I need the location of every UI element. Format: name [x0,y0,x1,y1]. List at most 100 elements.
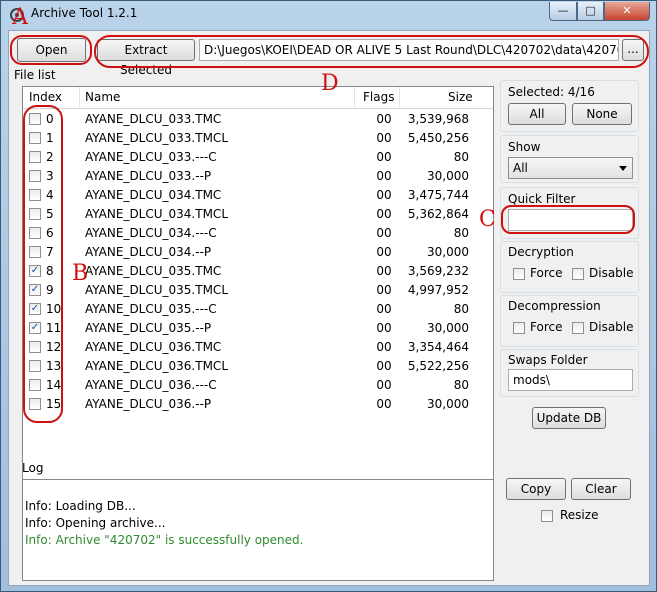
title-bar[interactable]: Archive Tool 1.2.1 — □ ✕ [1,1,656,27]
table-row[interactable]: 5 AYANE_DLCU_034.TMCL 00 5,362,864 [23,205,493,224]
table-row[interactable]: 0 AYANE_DLCU_033.TMC 00 3,539,968 [23,110,493,129]
header-size[interactable]: Size [448,90,473,104]
quick-filter-label: Quick Filter [508,192,576,206]
file-list-header: Index Name Flags Size [23,87,493,109]
table-row[interactable]: 4 AYANE_DLCU_034.TMC 00 3,475,744 [23,186,493,205]
copy-log-button[interactable]: Copy [506,478,566,500]
row-name: AYANE_DLCU_035.---C [85,302,217,316]
decryption-disable-checkbox[interactable] [572,268,584,280]
row-size: 80 [453,302,469,316]
row-size: 4,997,952 [407,283,469,297]
annotation-label-b: B [72,261,89,286]
row-flags: 00 [376,321,392,335]
row-size: 5,450,256 [407,131,469,145]
annotation-ring-d [94,35,649,68]
row-flags: 00 [376,359,392,373]
row-flags: 00 [376,112,392,126]
client-area: Open Extract Selected D:\Juegos\KOEI\DEA… [8,30,650,586]
header-index[interactable]: Index [29,90,62,104]
table-row[interactable]: 2 AYANE_DLCU_033.---C 00 80 [23,148,493,167]
selection-group: Selected: 4/16 All None [500,80,639,132]
row-name: AYANE_DLCU_033.TMCL [85,131,228,145]
decryption-force-label: Force [530,266,563,280]
row-size: 80 [453,378,469,392]
row-size: 5,362,864 [407,207,469,221]
table-row[interactable]: 3 AYANE_DLCU_033.--P 00 30,000 [23,167,493,186]
update-db-button[interactable]: Update DB [532,407,606,429]
select-none-button[interactable]: None [572,103,632,125]
row-size: 30,000 [427,321,469,335]
file-list[interactable]: Index Name Flags Size 0 AYANE_DLCU_033.TM… [22,86,494,483]
row-size: 5,522,256 [407,359,469,373]
row-flags: 00 [376,188,392,202]
row-size: 80 [453,150,469,164]
table-row[interactable]: 6 AYANE_DLCU_034.---C 00 80 [23,224,493,243]
table-row[interactable]: 12 AYANE_DLCU_036.TMC 00 3,354,464 [23,338,493,357]
row-flags: 00 [376,397,392,411]
row-flags: 00 [376,302,392,316]
decompression-group: Decompression Force Disable [500,295,639,347]
decompression-disable-label: Disable [589,320,634,334]
row-flags: 00 [376,150,392,164]
decompression-disable-checkbox[interactable] [572,322,584,334]
show-dropdown[interactable]: All [508,157,633,179]
row-size: 3,354,464 [407,340,469,354]
decompression-force-checkbox[interactable] [513,322,525,334]
decompression-label: Decompression [508,299,601,313]
header-flags[interactable]: Flags [363,90,394,104]
header-name[interactable]: Name [85,90,120,104]
log-output[interactable]: Info: Loading DB... Info: Opening archive… [22,479,494,581]
decryption-group: Decryption Force Disable [500,241,639,293]
selected-count: Selected: 4/16 [508,85,595,99]
row-size: 3,569,232 [407,264,469,278]
archive-tool-window: Archive Tool 1.2.1 — □ ✕ Open Extract Se… [0,0,657,592]
row-size: 3,475,744 [407,188,469,202]
file-list-label: File list [14,68,56,82]
resize-checkbox[interactable] [541,510,553,522]
row-name: AYANE_DLCU_033.---C [85,150,217,164]
table-row[interactable]: 14 AYANE_DLCU_036.---C 00 80 [23,376,493,395]
row-name: AYANE_DLCU_036.TMC [85,340,222,354]
table-row[interactable]: 13 AYANE_DLCU_036.TMCL 00 5,522,256 [23,357,493,376]
table-row[interactable]: 15 AYANE_DLCU_036.--P 00 30,000 [23,395,493,414]
annotation-ring-b [23,105,63,423]
annotation-label-a: A [12,5,28,30]
table-row[interactable]: ✓ 9 AYANE_DLCU_035.TMCL 00 4,997,952 [23,281,493,300]
clear-log-button[interactable]: Clear [571,478,631,500]
maximize-button[interactable]: □ [577,2,604,21]
table-row[interactable]: ✓ 10 AYANE_DLCU_035.---C 00 80 [23,300,493,319]
annotation-label-c: C [479,207,496,232]
row-name: AYANE_DLCU_034.TMC [85,188,222,202]
row-name: AYANE_DLCU_036.--P [85,397,212,411]
decryption-label: Decryption [508,245,574,259]
row-flags: 00 [376,226,392,240]
swaps-folder-label: Swaps Folder [508,353,588,367]
row-name: AYANE_DLCU_034.--P [85,245,212,259]
row-flags: 00 [376,131,392,145]
table-row[interactable]: 1 AYANE_DLCU_033.TMCL 00 5,450,256 [23,129,493,148]
row-size: 3,539,968 [407,112,469,126]
show-group: Show All [500,135,639,183]
close-button[interactable]: ✕ [604,2,650,21]
row-name: AYANE_DLCU_035.TMCL [85,283,228,297]
select-all-button[interactable]: All [508,103,566,125]
minimize-button[interactable]: — [549,2,577,21]
window-title: Archive Tool 1.2.1 [31,6,138,20]
row-name: AYANE_DLCU_035.TMC [85,264,222,278]
table-row[interactable]: ✓ 8 AYANE_DLCU_035.TMC 00 3,569,232 [23,262,493,281]
row-flags: 00 [376,283,392,297]
log-line: Info: Archive "420702" is successfully o… [25,533,304,547]
swaps-folder-input[interactable]: mods\ [508,369,633,391]
row-flags: 00 [376,340,392,354]
annotation-ring-a [10,35,92,65]
row-name: AYANE_DLCU_035.--P [85,321,212,335]
row-flags: 00 [376,378,392,392]
table-row[interactable]: ✓ 11 AYANE_DLCU_035.--P 00 30,000 [23,319,493,338]
row-size: 30,000 [427,397,469,411]
table-row[interactable]: 7 AYANE_DLCU_034.--P 00 30,000 [23,243,493,262]
row-flags: 00 [376,207,392,221]
show-label: Show [508,140,541,154]
log-line: Info: Loading DB... [25,499,136,513]
resize-label: Resize [560,508,599,522]
decryption-force-checkbox[interactable] [513,268,525,280]
